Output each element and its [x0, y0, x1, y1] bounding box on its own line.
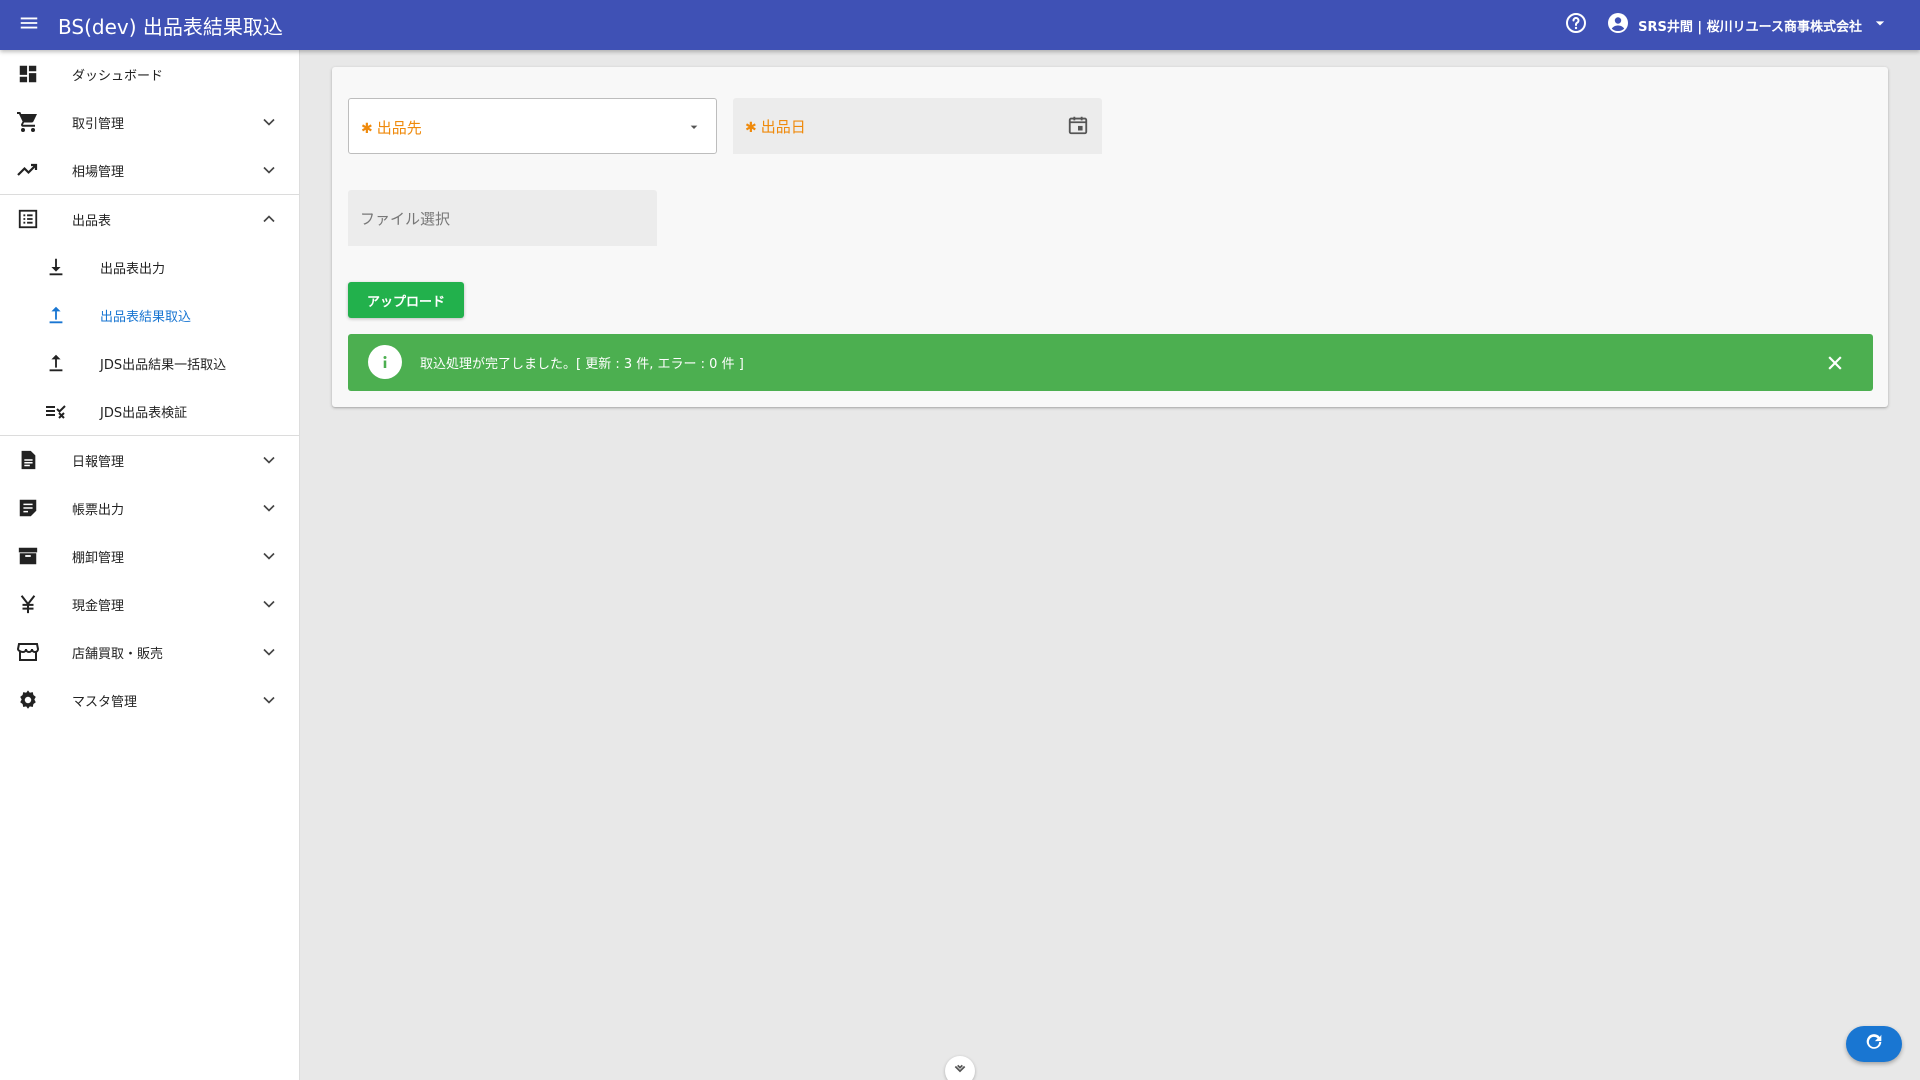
trending-up-icon: [16, 158, 40, 182]
alert-message: 取込処理が完了しました。[ 更新 : 3 件, エラー : 0 件 ]: [420, 357, 744, 372]
chevron-up-icon: [257, 207, 281, 231]
date-label: ✱ 出品日: [745, 118, 806, 136]
sidebar: ダッシュボード 取引管理 相場管理 出品表 出品表出力 出品表結果取込 JDS出…: [0, 50, 300, 1080]
sidebar-item-daily-report[interactable]: 日報管理: [0, 436, 299, 484]
required-mark: ✱: [361, 121, 373, 137]
chevron-down-icon: [953, 1062, 967, 1080]
sidebar-item-label: 取引管理: [72, 116, 125, 132]
upload-button[interactable]: アップロード: [348, 282, 464, 318]
sidebar-subitem-label: 出品表結果取込: [100, 309, 192, 325]
gear-icon: [16, 688, 40, 712]
dashboard-icon: [16, 62, 40, 86]
sidebar-item-label: ダッシュボード: [72, 68, 164, 84]
sidebar-item-label: 店舗買取・販売: [72, 646, 164, 662]
download-icon: [44, 255, 68, 279]
yen-icon: [16, 592, 40, 616]
chevron-down-icon: [257, 544, 281, 568]
chevron-down-icon: [257, 688, 281, 712]
sidebar-item-label: 棚卸管理: [72, 550, 125, 566]
required-mark: ✱: [745, 120, 757, 136]
chevron-down-icon: [257, 640, 281, 664]
sidebar-item-label: 日報管理: [72, 454, 125, 470]
refresh-button[interactable]: [1846, 1026, 1902, 1062]
upload-icon: [44, 303, 68, 327]
scroll-down-button[interactable]: [945, 1056, 975, 1080]
sidebar-item-listing[interactable]: 出品表: [0, 195, 299, 243]
listing-date-field[interactable]: ✱ 出品日: [733, 98, 1102, 154]
arrow-drop-down-icon: [686, 119, 702, 135]
cart-icon: [16, 110, 40, 134]
sidebar-item-label: 出品表: [72, 213, 112, 229]
sidebar-item-label: 相場管理: [72, 164, 125, 180]
sidebar-item-transactions[interactable]: 取引管理: [0, 98, 299, 146]
user-name: SRS井間 | 桜川リユース商事株式会社: [1638, 19, 1862, 35]
list-icon: [16, 207, 40, 231]
upload-icon: [44, 351, 68, 375]
chevron-down-icon: [257, 110, 281, 134]
sidebar-subitem-label: JDS出品結果一括取込: [100, 357, 227, 373]
app-bar: BS(dev) 出品表結果取込 SRS井間 | 桜川リユース商事株式会社: [0, 0, 1920, 50]
sidebar-item-cash[interactable]: 現金管理: [0, 580, 299, 628]
note-icon: [16, 496, 40, 520]
refresh-icon: [1863, 1031, 1885, 1057]
sidebar-subitem-jds-validate[interactable]: JDS出品表検証: [0, 387, 299, 435]
sidebar-subitem-listing-result-import[interactable]: 出品表結果取込: [0, 291, 299, 339]
page-title: BS(dev) 出品表結果取込: [58, 14, 283, 39]
file-select-placeholder: ファイル選択: [360, 210, 451, 228]
close-icon[interactable]: [1823, 351, 1847, 375]
archive-icon: [16, 544, 40, 568]
sidebar-item-store[interactable]: 店舗買取・販売: [0, 628, 299, 676]
arrow-drop-down-icon: [1870, 13, 1890, 37]
file-select-field[interactable]: ファイル選択: [348, 190, 657, 246]
help-button[interactable]: [1560, 9, 1592, 41]
account-circle-icon: [1606, 11, 1630, 39]
chevron-down-icon: [257, 592, 281, 616]
sidebar-subitem-label: 出品表出力: [100, 261, 166, 277]
sidebar-subitem-label: JDS出品表検証: [100, 405, 188, 421]
sidebar-item-inventory[interactable]: 棚卸管理: [0, 532, 299, 580]
sidebar-item-forms-output[interactable]: 帳票出力: [0, 484, 299, 532]
chevron-down-icon: [257, 158, 281, 182]
sidebar-item-label: マスタ管理: [72, 694, 138, 710]
calendar-icon[interactable]: [1066, 113, 1090, 137]
destination-select[interactable]: ✱ 出品先: [348, 98, 717, 154]
success-alert: 取込処理が完了しました。[ 更新 : 3 件, エラー : 0 件 ]: [348, 334, 1873, 391]
document-icon: [16, 448, 40, 472]
sidebar-item-label: 帳票出力: [72, 502, 125, 518]
info-icon: [368, 345, 402, 379]
sidebar-subitem-listing-export[interactable]: 出品表出力: [0, 243, 299, 291]
chevron-down-icon: [257, 448, 281, 472]
sidebar-item-master[interactable]: マスタ管理: [0, 676, 299, 724]
import-form-card: ✱ 出品先 ✱ 出品日 ファイル選択 アップロード 取込処理が完了しました。[ 更新…: [332, 67, 1888, 407]
sidebar-subitem-jds-bulk-import[interactable]: JDS出品結果一括取込: [0, 339, 299, 387]
chevron-down-icon: [257, 496, 281, 520]
menu-icon: [18, 12, 40, 38]
store-icon: [16, 640, 40, 664]
sidebar-item-dashboard[interactable]: ダッシュボード: [0, 50, 299, 98]
menu-button[interactable]: [0, 0, 58, 50]
sidebar-item-label: 現金管理: [72, 598, 125, 614]
checklist-icon: [44, 399, 68, 423]
help-circle-icon: [1564, 11, 1588, 39]
destination-label: ✱ 出品先: [361, 119, 422, 137]
sidebar-item-market[interactable]: 相場管理: [0, 146, 299, 194]
user-menu-button[interactable]: SRS井間 | 桜川リユース商事株式会社: [1606, 11, 1890, 39]
